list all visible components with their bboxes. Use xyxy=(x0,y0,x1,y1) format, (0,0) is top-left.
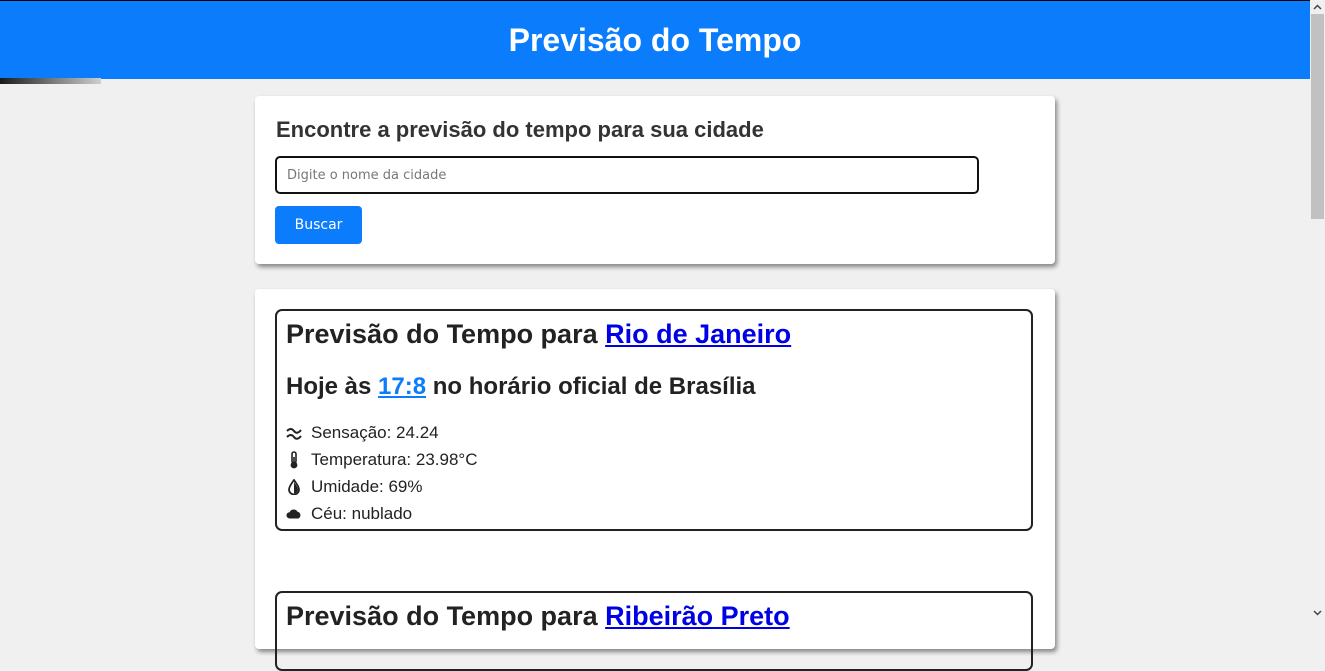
metric-feels-like-text: Sensação: 24.24 xyxy=(311,422,439,442)
loading-stripe xyxy=(0,78,101,84)
scroll-down-arrow-icon[interactable] xyxy=(1310,606,1325,620)
cloud-icon xyxy=(286,506,302,522)
time-suffix: no horário oficial de Brasília xyxy=(432,373,756,400)
city-search-input[interactable] xyxy=(275,156,979,194)
forecast-title-prefix: Previsão do Tempo para xyxy=(286,601,598,631)
forecast-title-prefix: Previsão do Tempo para xyxy=(286,319,598,349)
scrollbar-thumb[interactable] xyxy=(1311,14,1324,219)
search-heading: Encontre a previsão do tempo para sua ci… xyxy=(276,117,764,142)
page-header: Previsão do Tempo xyxy=(0,0,1310,79)
metric-temperature-text: Temperatura: 23.98°C xyxy=(311,449,478,469)
search-button[interactable]: Buscar xyxy=(275,206,362,244)
time-link[interactable]: 17:8 xyxy=(378,373,426,400)
humidity-icon xyxy=(286,478,302,495)
page-title: Previsão do Tempo xyxy=(508,21,802,58)
metric-sky: Céu: nublado xyxy=(286,500,478,527)
metric-temperature: Temperatura: 23.98°C xyxy=(286,446,478,473)
forecast-time-line: Hoje às 17:8 no horário oficial de Brasí… xyxy=(286,373,756,401)
forecast-card: Previsão do Tempo para Rio de Janeiro Ho… xyxy=(275,309,1033,531)
thermometer-icon xyxy=(286,450,302,468)
metric-sky-text: Céu: nublado xyxy=(311,503,413,523)
metric-humidity-text: Umidade: 69% xyxy=(311,476,423,496)
weather-metrics: Sensação: 24.24 Temperatura: 23.98°C Umi… xyxy=(286,419,478,527)
forecast-title: Previsão do Tempo para Rio de Janeiro xyxy=(286,319,791,350)
city-link[interactable]: Ribeirão Preto xyxy=(605,601,790,631)
metric-humidity: Umidade: 69% xyxy=(286,473,478,500)
metric-feels-like: Sensação: 24.24 xyxy=(286,419,478,446)
time-prefix: Hoje às xyxy=(286,373,372,400)
forecast-card: Previsão do Tempo para Ribeirão Preto xyxy=(275,591,1033,671)
city-link[interactable]: Rio de Janeiro xyxy=(605,319,791,349)
scroll-up-arrow-icon[interactable] xyxy=(1310,0,1325,14)
results-card: Previsão do Tempo para Rio de Janeiro Ho… xyxy=(255,289,1055,671)
wind-icon xyxy=(286,425,302,441)
forecast-title: Previsão do Tempo para Ribeirão Preto xyxy=(286,601,790,632)
search-card: Encontre a previsão do tempo para sua ci… xyxy=(255,96,1055,264)
